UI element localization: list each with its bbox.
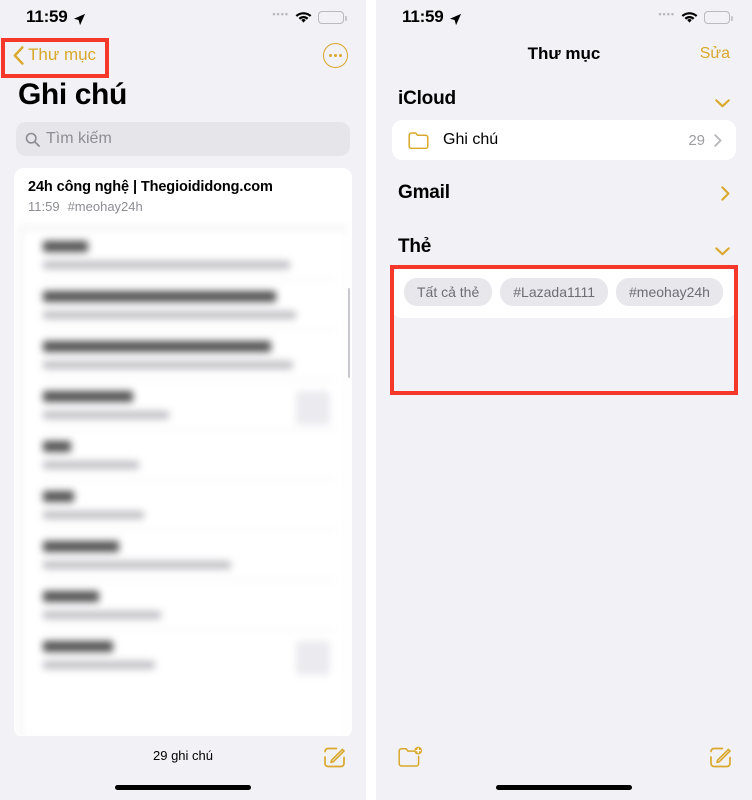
search-input[interactable]: Tìm kiếm: [16, 122, 350, 156]
tags-card: Tất cả thẻ #Lazada1111 #meohay24h: [392, 268, 736, 318]
magnifier-icon: [25, 132, 40, 147]
scrollbar[interactable]: [347, 288, 350, 378]
folder-count: 29: [688, 131, 705, 149]
table-row: [21, 429, 346, 479]
folder-label: Ghi chú: [443, 131, 499, 148]
chevron-right-icon: [714, 133, 722, 147]
list-item[interactable]: 24h công nghệ | Thegioididong.com 11:59 #…: [14, 168, 352, 226]
battery-icon: [318, 10, 347, 24]
group-title: Thẻ: [398, 236, 432, 257]
table-row: [21, 529, 346, 579]
new-folder-icon[interactable]: [398, 746, 424, 768]
dual-screenshot: 11:59 •••• Thư mục Ghi chú Tìm kiếm 24h …: [0, 0, 752, 800]
home-indicator: [115, 785, 251, 790]
location-arrow-icon: [73, 11, 86, 25]
folder-icon: [408, 131, 429, 150]
status-bar-indicators: ••••: [272, 9, 347, 24]
table-row: [21, 229, 346, 279]
left-phone-screen: 11:59 •••• Thư mục Ghi chú Tìm kiếm 24h …: [0, 0, 366, 800]
wifi-icon: [681, 11, 698, 24]
note-meta: 11:59 #meohay24h: [28, 199, 338, 214]
group-header-the[interactable]: Thẻ: [376, 214, 752, 268]
note-tag: #meohay24h: [67, 199, 143, 214]
table-row: [21, 479, 346, 529]
compose-icon[interactable]: [709, 746, 732, 769]
blurred-notes-list: [20, 228, 346, 738]
note-title: 24h công nghệ | Thegioididong.com: [28, 179, 273, 195]
ellipsis-circle-icon[interactable]: [323, 42, 348, 68]
note-time: 11:59: [28, 199, 60, 214]
chevron-down-icon[interactable]: [715, 243, 730, 255]
sidebar-item-ghi-chu[interactable]: Ghi chú 29: [392, 120, 736, 160]
signal-dots-icon: ••••: [272, 9, 289, 19]
status-bar-indicators: ••••: [658, 9, 733, 24]
search-placeholder: Tìm kiếm: [46, 130, 112, 147]
tag-chip[interactable]: #meohay24h: [616, 278, 723, 306]
left-nav-bar: Thư mục: [0, 34, 366, 76]
status-bar: 11:59 ••••: [0, 0, 366, 34]
icloud-folder-card: Ghi chú 29: [392, 120, 736, 160]
back-button[interactable]: Thư mục: [8, 41, 104, 69]
table-row: [21, 279, 346, 329]
status-bar-time-group: 11:59: [402, 7, 462, 27]
table-row: [21, 579, 346, 629]
table-row: [21, 629, 346, 679]
tag-chip[interactable]: #Lazada1111: [500, 278, 609, 306]
table-row: [21, 379, 346, 429]
group-header-icloud[interactable]: iCloud: [376, 74, 752, 120]
status-bar: 11:59 ••••: [376, 0, 752, 34]
battery-icon: [704, 10, 733, 24]
edit-button[interactable]: Sửa: [700, 45, 730, 63]
status-bar-time-group: 11:59: [26, 7, 86, 27]
left-bottom-toolbar: 29 ghi chú: [0, 736, 366, 800]
clock-label: 11:59: [402, 7, 444, 26]
nav-title: Thư mục: [527, 44, 601, 63]
group-title: Gmail: [398, 182, 450, 203]
table-row: [21, 329, 346, 379]
back-button-label: Thư mục: [28, 45, 97, 64]
chevron-right-icon[interactable]: [721, 185, 730, 201]
signal-dots-icon: ••••: [658, 9, 675, 19]
tag-chip[interactable]: Tất cả thẻ: [404, 278, 493, 306]
chevron-down-icon[interactable]: [715, 95, 730, 107]
compose-icon[interactable]: [323, 746, 346, 769]
location-arrow-icon: [449, 11, 462, 25]
page-title: Ghi chú: [18, 78, 127, 111]
chevron-left-icon: [13, 45, 24, 65]
right-nav-bar: Thư mục Sửa: [376, 34, 752, 74]
wifi-icon: [295, 11, 312, 24]
clock-label: 11:59: [26, 7, 68, 26]
right-bottom-toolbar: [376, 736, 752, 800]
right-phone-screen: 11:59 •••• Thư mục Sửa iCloud Ghi chú 29…: [376, 0, 752, 800]
home-indicator: [496, 785, 632, 790]
group-header-gmail[interactable]: Gmail: [376, 160, 752, 214]
tag-chip-list: Tất cả thẻ #Lazada1111 #meohay24h: [404, 278, 724, 306]
group-title: iCloud: [398, 88, 456, 109]
notes-list[interactable]: 24h công nghệ | Thegioididong.com 11:59 #…: [14, 168, 352, 738]
note-count-label: 29 ghi chú: [153, 748, 213, 763]
